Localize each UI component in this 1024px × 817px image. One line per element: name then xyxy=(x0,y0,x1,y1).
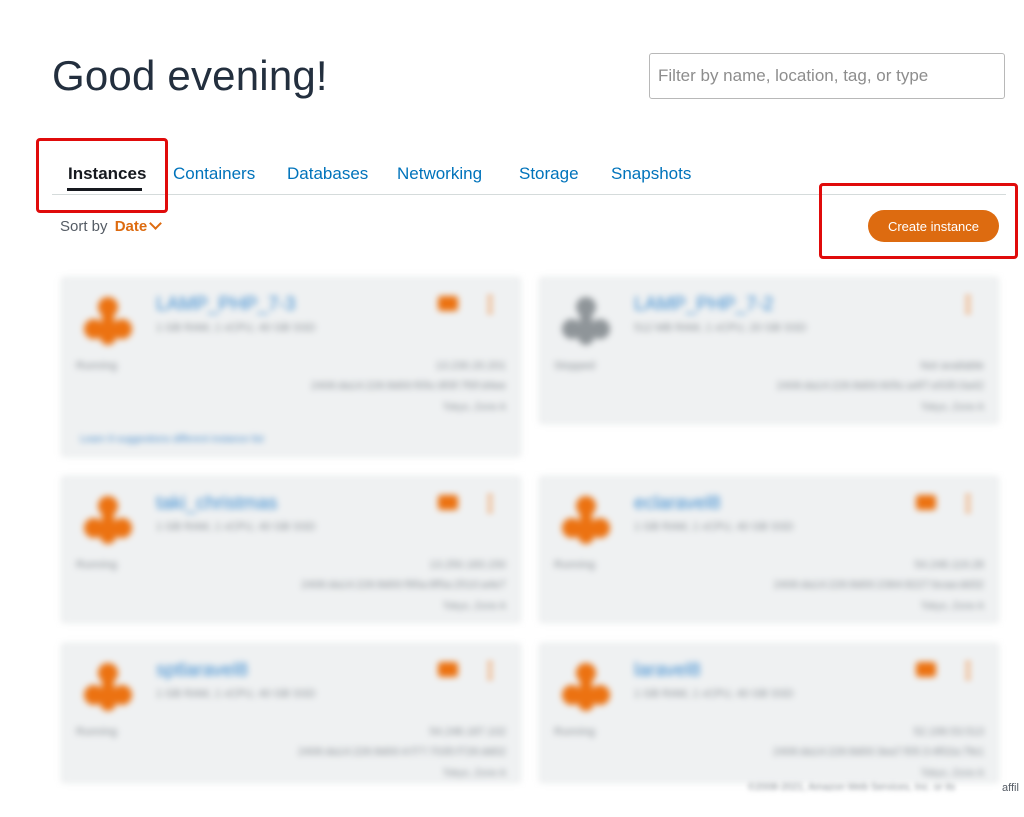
instance-zone: Tokyo, Zone A xyxy=(442,402,506,413)
instance-state: Running xyxy=(76,360,117,372)
instance-name-link[interactable]: laravel8 xyxy=(634,660,701,682)
instance-state: Running xyxy=(76,559,117,571)
instance-ip: Not available xyxy=(920,360,984,372)
instance-spec: 1 GB RAM, 1 vCPU, 40 GB SSD xyxy=(156,521,316,533)
create-instance-button[interactable]: Create instance xyxy=(868,210,999,242)
tab-containers[interactable]: Containers xyxy=(173,164,255,184)
instance-ipv6: 2406:da14:226:8d00:4:f77:7035:f726:dd02 xyxy=(298,746,506,758)
instance-blueprint-icon xyxy=(80,495,136,545)
instance-ipv6: 2406:da14:226:8d00:605c:a4f7:e535:0a42 xyxy=(776,380,984,392)
terminal-icon[interactable] xyxy=(916,662,936,677)
instance-ipv6: 2406:da14:226:8d00:f95a:8f5a:2510:a4e7 xyxy=(301,579,506,591)
instance-spec: 1 GB RAM, 1 vCPU, 40 GB SSD xyxy=(634,688,794,700)
instance-state: Running xyxy=(554,726,595,738)
instance-ipv6: 2406:da14:226:8d00:2364:8227:bcaa:dd32 xyxy=(773,579,984,591)
instance-blueprint-icon xyxy=(558,662,614,712)
instance-ipv6: 2406:da14:226:8d00:3ea7:f05:3:4f02a:7fe1 xyxy=(772,746,984,758)
instance-spec: 512 MB RAM, 1 vCPU, 20 GB SSD xyxy=(634,322,807,334)
more-options-icon[interactable] xyxy=(488,660,492,680)
instance-name-link[interactable]: taki_christmas xyxy=(156,493,277,515)
filter-input[interactable] xyxy=(649,53,1005,99)
more-options-icon[interactable] xyxy=(966,294,970,314)
instance-name-link[interactable]: eclaravel8 xyxy=(634,493,721,515)
more-options-icon[interactable] xyxy=(488,493,492,513)
tab-storage[interactable]: Storage xyxy=(519,164,579,184)
instance-state: Running xyxy=(76,726,117,738)
footer-copyright: ©2008-2021, Amazon Web Services, Inc. or… xyxy=(748,782,956,793)
instance-spec: 1 GB RAM, 1 vCPU, 40 GB SSD xyxy=(156,322,316,334)
terminal-icon[interactable] xyxy=(438,662,458,677)
sort-value: Date xyxy=(114,218,148,235)
more-options-icon[interactable] xyxy=(966,493,970,513)
instance-ip: 13.250.183.150 xyxy=(429,559,506,571)
instance-ip: 54.248.187.102 xyxy=(429,726,506,738)
instance-spec: 1 GB RAM, 1 vCPU, 40 GB SSD xyxy=(156,688,316,700)
lightsail-home: LAMP_PHP_7-3 1 GB RAM, 1 vCPU, 40 GB SSD R… xyxy=(0,0,1024,817)
instance-card[interactable]: laravel8 1 GB RAM, 1 vCPU, 40 GB SSD Runni… xyxy=(539,643,999,783)
instance-blueprint-icon xyxy=(80,296,136,346)
instance-card[interactable]: eclaravel8 1 GB RAM, 1 vCPU, 40 GB SSD Run… xyxy=(539,476,999,623)
page-title: Good evening! xyxy=(52,52,328,99)
instance-state: Stopped xyxy=(554,360,595,372)
sort-label: Sort by xyxy=(60,218,108,235)
instance-card-grid: LAMP_PHP_7-3 1 GB RAM, 1 vCPU, 40 GB SSD R… xyxy=(0,0,1024,817)
footer-copyright-tail: affil xyxy=(1002,782,1019,794)
instance-blueprint-icon xyxy=(558,296,614,346)
tab-snapshots[interactable]: Snapshots xyxy=(611,164,691,184)
tab-databases[interactable]: Databases xyxy=(287,164,368,184)
terminal-icon[interactable] xyxy=(438,495,458,510)
instance-name-link[interactable]: LAMP_PHP_7-2 xyxy=(634,294,773,316)
instance-card[interactable]: LAMP_PHP_7-3 1 GB RAM, 1 vCPU, 40 GB SSD R… xyxy=(61,277,521,457)
terminal-icon[interactable] xyxy=(438,296,458,311)
instance-state: Running xyxy=(554,559,595,571)
more-options-icon[interactable] xyxy=(966,660,970,680)
sort-control: Sort by Date xyxy=(60,217,163,235)
chevron-down-icon xyxy=(149,217,163,230)
instance-ip: 54.248.119.28 xyxy=(914,559,984,571)
instance-name-link[interactable]: LAMP_PHP_7-3 xyxy=(156,294,295,316)
instance-ip: 52.199.53.513 xyxy=(913,726,984,738)
instance-zone: Tokyo, Zone A xyxy=(442,601,506,612)
instance-blueprint-icon xyxy=(80,662,136,712)
terminal-icon[interactable] xyxy=(916,495,936,510)
instance-ip: 13.230.20.201 xyxy=(435,360,506,372)
instance-zone: Tokyo, Zone A xyxy=(442,768,506,779)
more-options-icon[interactable] xyxy=(488,294,492,314)
instance-card[interactable]: LAMP_PHP_7-2 512 MB RAM, 1 vCPU, 20 GB SS… xyxy=(539,277,999,424)
sort-value-dropdown[interactable]: Date xyxy=(114,217,163,235)
instance-blueprint-icon xyxy=(558,495,614,545)
instance-zone: Tokyo, Zone A xyxy=(920,601,984,612)
resource-tabs: Instances Containers Databases Networkin… xyxy=(52,150,1006,195)
instance-spec: 1 GB RAM, 1 vCPU, 40 GB SSD xyxy=(634,521,794,533)
recommendation-link[interactable]: Learn 9 suggestions different instance l… xyxy=(80,434,264,445)
instance-ipv6: 2406:da14:226:8d00:f05c:8f3f:7f0f:d4ee xyxy=(310,380,506,392)
instance-card[interactable]: taki_christmas 1 GB RAM, 1 vCPU, 40 GB SS… xyxy=(61,476,521,623)
tab-networking[interactable]: Networking xyxy=(397,164,482,184)
instance-name-link[interactable]: sptlaravel8 xyxy=(156,660,248,682)
tab-instances[interactable]: Instances xyxy=(68,164,146,184)
active-tab-underline xyxy=(67,188,142,191)
instance-zone: Tokyo, Zone A xyxy=(920,402,984,413)
instance-card[interactable]: sptlaravel8 1 GB RAM, 1 vCPU, 40 GB SSD Ru… xyxy=(61,643,521,783)
instance-zone: Tokyo, Zone A xyxy=(920,768,984,779)
